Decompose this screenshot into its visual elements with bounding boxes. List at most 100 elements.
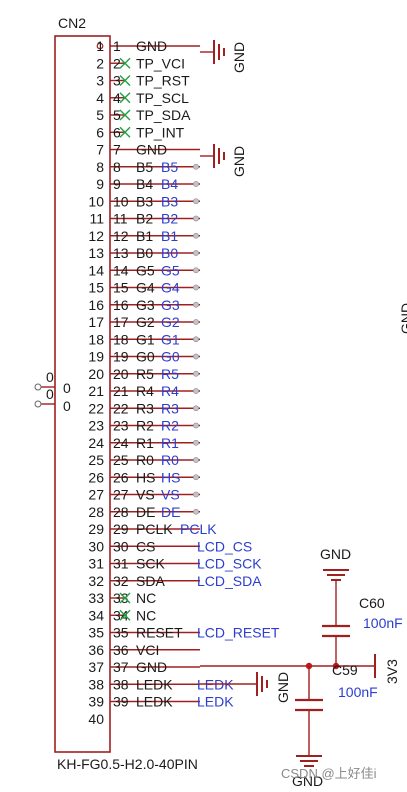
pin-number: 15 (88, 280, 104, 296)
pin-row: 7 7 GND (96, 142, 200, 158)
net-end-icon (193, 301, 199, 308)
pin-number: 23 (88, 418, 104, 434)
pin-lead-number: 5 (113, 107, 121, 123)
pin-row: 18 18 G1 G1 (88, 331, 200, 347)
pin-lead-number: 30 (113, 538, 129, 554)
pin-lead-number: 12 (113, 228, 129, 244)
net-label: R1 (161, 435, 179, 451)
pin-row: 25 25 R0 R0 (88, 452, 200, 468)
pin-number: 13 (88, 245, 104, 261)
pin-lead-number: 16 (113, 297, 129, 313)
pin-name: TP_SCL (136, 90, 189, 106)
pin-row: 16 16 G3 G3 (88, 297, 200, 313)
pin-row: 8 8 B5 B5 (96, 159, 200, 175)
pin-lead-number: 9 (113, 176, 121, 192)
pin-name: GND (136, 38, 167, 54)
net-end-icon (193, 163, 199, 170)
connector-designator: CN2 (58, 15, 86, 31)
pin-lead-number: 18 (113, 331, 129, 347)
c59-value: 100nF (338, 684, 378, 700)
net-end-icon (193, 284, 199, 291)
pin-name: GND (136, 659, 167, 675)
pin-name: B3 (136, 193, 153, 209)
gnd-label: GND (275, 672, 291, 703)
watermark: CSDN @上好佳i (281, 766, 377, 781)
pin-name: R3 (136, 400, 154, 416)
net-label: G2 (161, 314, 180, 330)
pin-name: G3 (136, 297, 155, 313)
pin-number: 17 (88, 314, 104, 330)
net-label: B0 (161, 245, 178, 261)
net-label: DE (161, 504, 180, 520)
pin-number: 1 (96, 38, 104, 54)
pin-number: 3 (96, 73, 104, 89)
pin-lead-number: 39 (113, 694, 129, 710)
power-3v3: 3V3 (374, 654, 400, 684)
pin-row: 19 19 G0 G0 (88, 349, 200, 365)
pin-row: 21 21 R4 R4 (88, 383, 200, 399)
pin-lead-number: 17 (113, 314, 129, 330)
pin-number: 33 (88, 590, 104, 606)
pin-name: TP_RST (136, 73, 190, 89)
pin-number: 12 (88, 228, 104, 244)
pin-lead-number: 11 (113, 211, 128, 227)
pin-number: 18 (88, 331, 104, 347)
net-end-icon (193, 181, 199, 187)
pin-number: 19 (88, 349, 104, 365)
net-label: G1 (161, 331, 180, 347)
pin-name: G1 (136, 331, 155, 347)
pin-row: 27 27 VS VS (88, 487, 200, 503)
net-end-icon (193, 336, 199, 343)
pin-row: 33 33 NC (88, 590, 156, 606)
pin-name: B1 (136, 228, 153, 244)
gnd-label-edge: GND (398, 303, 407, 334)
pin-lead-number: 19 (113, 349, 129, 365)
pin-lead-number: 24 (113, 435, 129, 451)
net-end-icon (193, 388, 199, 394)
pin-number: 37 (88, 659, 104, 675)
net-end-icon (193, 267, 199, 274)
pin-number: 39 (88, 694, 104, 710)
connector-part-number: KH-FG0.5-H2.0-40PIN (57, 756, 198, 772)
net-label: R3 (161, 400, 179, 416)
gnd-symbol: GND (200, 40, 247, 73)
pin-row: 11 11 B2 B2 (89, 211, 200, 227)
net-label: R5 (161, 366, 179, 382)
net-end-icon (193, 508, 199, 515)
connector-pins: 1 1 GND2 2 TP_VCI3 3 TP_RST4 4 TP_SCL5 5 TP_SDA6 6 T… (88, 38, 279, 727)
pin-lead-number: 14 (113, 262, 129, 278)
pin-lead-number: 10 (113, 193, 129, 209)
net-label: G0 (161, 349, 180, 365)
power-3v3-label: 3V3 (384, 659, 400, 684)
pin-name: RESET (136, 625, 183, 641)
pin-lead-number: 29 (113, 521, 129, 537)
mount-pin-1-num: 0 (46, 369, 54, 385)
pin-name: R2 (136, 418, 154, 434)
pin-name: R0 (136, 452, 154, 468)
schematic-canvas: CN2 KH-FG0.5-H2.0-40PIN 0 0 0 0 1 1 GND2 2 T… (34, 15, 407, 789)
pin-number: 38 (88, 676, 104, 692)
pin-number: 29 (88, 521, 104, 537)
net-label: B2 (161, 211, 178, 227)
pin-name: B5 (136, 159, 153, 175)
pin-row: 17 17 G2 G2 (88, 314, 200, 330)
pin-lead-number: 27 (113, 487, 129, 503)
pin-lead-number: 6 (113, 124, 121, 140)
net-end-icon (193, 474, 199, 481)
pin-row: 9 9 B4 B4 (96, 176, 200, 192)
pin-number: 31 (88, 556, 104, 572)
pin-name: G4 (136, 280, 155, 296)
pin-row: 13 13 B0 B0 (88, 245, 200, 261)
pin-number: 32 (88, 573, 104, 589)
pin-number: 25 (88, 452, 104, 468)
pin-lead-number: 31 (113, 556, 129, 572)
pin-name: B4 (136, 176, 153, 192)
pin-name: HS (136, 469, 155, 485)
pin-number: 30 (88, 538, 104, 554)
net-end-icon (193, 491, 199, 498)
pin-row: 32 32 SDA LCD_SDA (88, 573, 262, 589)
pin-name: SCK (136, 556, 165, 572)
mount-pin-2-num: 0 (46, 386, 54, 402)
pin-row: 20 20 R5 R5 (88, 366, 200, 382)
pin-row: 37 37 GND (88, 659, 200, 675)
